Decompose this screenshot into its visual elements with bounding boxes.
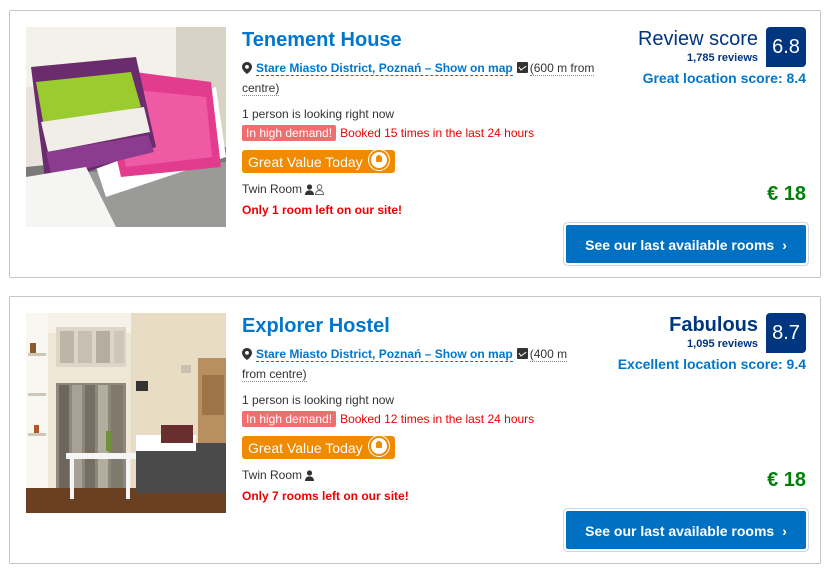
- deal-icon: [368, 436, 389, 456]
- property-title[interactable]: Tenement House: [242, 27, 602, 53]
- review-count: 1,785 reviews: [687, 52, 758, 64]
- price: € 18: [767, 183, 806, 205]
- demand-line: In high demand! Booked 12 times in the la…: [242, 411, 602, 428]
- great-value-badge[interactable]: Great Value Today: [242, 436, 395, 459]
- score-word: Fabulous: [669, 314, 758, 336]
- looking-now-text: 1 person is looking right now: [242, 107, 395, 121]
- map-pin-icon: [242, 61, 252, 79]
- deal-icon: [368, 150, 389, 170]
- see-available-rooms-button[interactable]: See our last available rooms ›: [566, 511, 806, 549]
- cta-label: See our last available rooms: [585, 523, 775, 539]
- location-score: Great location score: 8.4: [642, 70, 806, 86]
- property-photo[interactable]: [26, 27, 226, 227]
- great-value-label: Great Value Today: [248, 440, 363, 456]
- see-available-rooms-button[interactable]: See our last available rooms ›: [566, 225, 806, 263]
- score-badge: 8.7: [766, 313, 806, 353]
- distance-text-cont: centre): [242, 81, 280, 96]
- distance-text: (400 m: [529, 347, 568, 362]
- property-location: Stare Miasto District, Poznań – Show on …: [242, 59, 602, 97]
- price: € 18: [767, 469, 806, 491]
- review-count: 1,095 reviews: [687, 338, 758, 350]
- room-type-label: Twin Room: [242, 468, 303, 482]
- high-demand-badge: In high demand!: [242, 125, 337, 141]
- booked-times-text: Booked 12 times in the last 24 hours: [340, 412, 535, 426]
- score-badge: 6.8: [766, 27, 806, 67]
- distance-text: (600 m from: [529, 61, 595, 76]
- person-icon: [305, 469, 315, 485]
- person-icon: [305, 183, 325, 199]
- map-pin-icon: [242, 347, 252, 365]
- property-title[interactable]: Explorer Hostel: [242, 313, 602, 339]
- map-icon: [516, 62, 528, 73]
- property-location: Stare Miasto District, Poznań – Show on …: [242, 345, 602, 383]
- score-text: Fabulous 1,095 reviews: [669, 313, 758, 351]
- property-info: Tenement House Stare Miasto District, Po…: [242, 27, 602, 218]
- score-text: Review score 1,785 reviews: [638, 27, 758, 65]
- looking-now-text: 1 person is looking right now: [242, 393, 395, 407]
- chevron-right-icon: ›: [782, 237, 787, 253]
- room-type: Twin Room: [242, 181, 602, 199]
- chevron-right-icon: ›: [782, 523, 787, 539]
- property-info: Explorer Hostel Stare Miasto District, P…: [242, 313, 602, 504]
- show-on-map-link[interactable]: Stare Miasto District, Poznań – Show on …: [256, 61, 513, 76]
- distance-text-cont: from centre): [242, 367, 307, 382]
- great-value-badge[interactable]: Great Value Today: [242, 150, 395, 173]
- room-type-label: Twin Room: [242, 182, 303, 196]
- rooms-left-text: Only 1 room left on our site!: [242, 203, 403, 217]
- great-value-label: Great Value Today: [248, 154, 363, 170]
- property-photo[interactable]: [26, 313, 226, 513]
- booked-times-text: Booked 15 times in the last 24 hours: [340, 126, 535, 140]
- show-on-map-link[interactable]: Stare Miasto District, Poznań – Show on …: [256, 347, 513, 362]
- property-card: Explorer Hostel Stare Miasto District, P…: [9, 296, 821, 564]
- score-word: Review score: [637, 28, 758, 50]
- map-icon: [516, 348, 528, 359]
- cta-label: See our last available rooms: [585, 237, 775, 253]
- high-demand-badge: In high demand!: [242, 411, 337, 427]
- demand-line: In high demand! Booked 15 times in the la…: [242, 125, 602, 142]
- room-type: Twin Room: [242, 467, 602, 485]
- location-score: Excellent location score: 9.4: [617, 356, 806, 372]
- rooms-left-text: Only 7 rooms left on our site!: [242, 489, 409, 503]
- property-card: Tenement House Stare Miasto District, Po…: [9, 10, 821, 278]
